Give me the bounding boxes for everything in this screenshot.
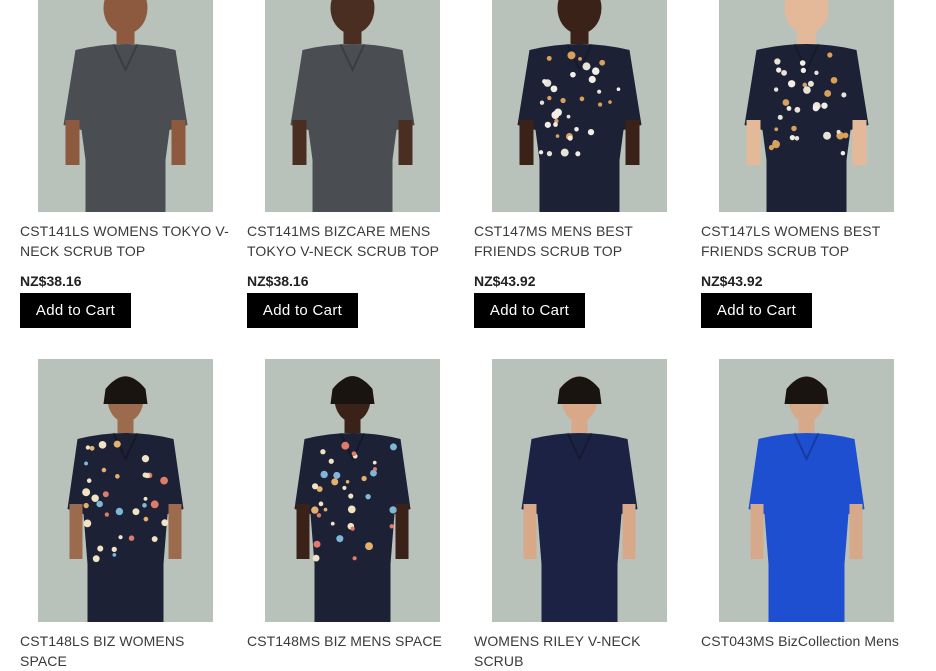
product-image[interactable] (492, 0, 667, 212)
product-image[interactable] (492, 359, 667, 622)
add-to-cart-button[interactable]: Add to Cart (701, 293, 812, 328)
product-title[interactable]: CST148MS BIZ MENS SPACE (247, 631, 461, 651)
model-photo (492, 0, 667, 212)
product-title[interactable]: CST147LS WOMENS BEST FRIENDS SCRUB TOP (701, 221, 915, 261)
product-image[interactable] (719, 0, 894, 212)
add-to-cart-button[interactable]: Add to Cart (474, 293, 585, 328)
add-to-cart-button[interactable]: Add to Cart (247, 293, 358, 328)
product-title[interactable]: CST141LS WOMENS TOKYO V-NECK SCRUB TOP (20, 221, 234, 261)
product-price: NZ$43.92 (474, 273, 536, 289)
product-image[interactable] (265, 0, 440, 212)
product-title[interactable]: CST147MS MENS BEST FRIENDS SCRUB TOP (474, 221, 688, 261)
product-title[interactable]: CST141MS BIZCARE MENS TOKYO V-NECK SCRUB… (247, 221, 461, 261)
product-image[interactable] (38, 0, 213, 212)
product-image[interactable] (719, 359, 894, 622)
product-image[interactable] (38, 359, 213, 622)
model-photo (719, 0, 894, 212)
model-photo (265, 359, 440, 622)
product-image[interactable] (265, 359, 440, 622)
product-title[interactable]: CST043MS BizCollection Mens (701, 631, 915, 651)
product-price: NZ$38.16 (20, 273, 82, 289)
product-price: NZ$43.92 (701, 273, 763, 289)
model-photo (265, 0, 440, 212)
product-grid: CST141LS WOMENS TOKYO V-NECK SCRUB TOP N… (0, 0, 936, 669)
add-to-cart-button[interactable]: Add to Cart (20, 293, 131, 328)
model-photo (38, 359, 213, 622)
model-photo (492, 359, 667, 622)
product-price: NZ$38.16 (247, 273, 309, 289)
product-title[interactable]: WOMENS RILEY V-NECK SCRUB (474, 631, 688, 671)
model-photo (38, 0, 213, 212)
product-title[interactable]: CST148LS BIZ WOMENS SPACE (20, 631, 234, 671)
model-photo (719, 359, 894, 622)
